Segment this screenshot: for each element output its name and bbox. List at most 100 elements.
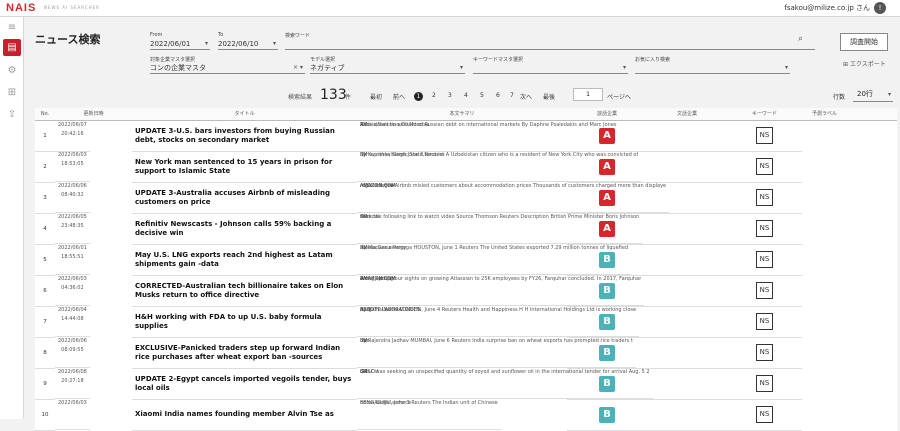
prev-page-link[interactable]: 前へ — [393, 92, 405, 101]
col-header-company-1[interactable]: 談話企業 — [567, 108, 647, 121]
row-title[interactable]: Refinitiv Newscasts - Johnson calls 59% … — [132, 213, 357, 245]
row-filler — [647, 399, 727, 431]
row-no: 8 — [35, 337, 55, 369]
row-ns-cell: NS — [727, 213, 802, 245]
menu-toggle-icon[interactable]: ≡ — [3, 19, 21, 36]
model-select[interactable]: ネガティブ ▾ — [310, 63, 465, 74]
from-date-field[interactable]: 2022/06/01 ▾ — [150, 39, 210, 50]
page-7-link[interactable]: 7 — [510, 92, 514, 99]
col-header-company-2[interactable]: 文話企業 — [647, 108, 727, 121]
page-2-link[interactable]: 2 — [432, 92, 436, 99]
row-ns-cell: NS — [727, 244, 802, 276]
ns-button[interactable]: NS — [756, 220, 773, 237]
export-button[interactable]: ⊞ エクスポート — [843, 59, 886, 68]
row-filler — [647, 120, 727, 152]
ns-button[interactable]: NS — [756, 375, 773, 392]
col-header-title[interactable]: タイトル — [132, 108, 357, 121]
user-email[interactable]: fsakou@milize.co.jp さん — [784, 3, 870, 13]
ns-button[interactable]: NS — [756, 251, 773, 268]
search-start-button[interactable]: 調査開始 — [840, 33, 888, 51]
chevron-down-icon: ▾ — [459, 64, 463, 71]
rows-per-page-label: 行数 — [833, 94, 846, 101]
col-header-summary[interactable]: 本文サマリ — [357, 108, 567, 121]
table-row[interactable]: 9 2022/06/08 20:27:18 UPDATE 2-Egypt cancel… — [35, 368, 897, 400]
ns-button[interactable]: NS — [756, 189, 773, 206]
chevron-down-icon: ▾ — [272, 40, 276, 47]
row-date: 2022/06/08 20:27:18 — [55, 368, 90, 399]
results-label: 検索結果 — [288, 94, 313, 101]
rows-per-page-select[interactable]: 20行 ▾ — [853, 88, 893, 102]
ns-button[interactable]: NS — [756, 158, 773, 175]
prediction-label[interactable]: B — [599, 406, 615, 423]
sidebar-item-news-search[interactable]: ▤ — [3, 39, 21, 56]
from-label: From — [150, 32, 163, 38]
page-1-link[interactable]: 1 — [414, 92, 423, 101]
sidebar-item-export[interactable]: ⇪ — [3, 106, 21, 123]
row-filler — [647, 368, 727, 400]
chevron-down-icon: × ▾ — [293, 64, 303, 71]
page-5-link[interactable]: 5 — [480, 92, 484, 99]
company-master-select[interactable]: コンの企業マスタ × ▾ — [150, 63, 305, 74]
to-date-field[interactable]: 2022/06/10 ▾ — [218, 39, 278, 50]
ns-button[interactable]: NS — [756, 406, 773, 423]
ns-button[interactable]: NS — [756, 313, 773, 330]
row-ns-cell: NS — [727, 151, 802, 183]
app-logo[interactable]: NAIS — [6, 2, 36, 14]
row-ns-cell: NS — [727, 275, 802, 307]
sidebar-item-master[interactable]: ⊞ — [3, 84, 21, 101]
col-header-filter[interactable] — [847, 108, 869, 121]
table-header: No. 更新日時 タイトル 本文サマリ 談話企業 文話企業 キーワード 予測ラベ… — [35, 108, 897, 121]
keyword-master-select[interactable]: ▾ — [473, 63, 628, 74]
favorite-search-select[interactable]: ▾ — [635, 63, 790, 74]
page-3-link[interactable]: 3 — [448, 92, 452, 99]
table-row[interactable]: 6 2022/06/03 04:36:02 CORRECTED-Australian … — [35, 275, 897, 307]
col-header-keyword[interactable]: キーワード — [727, 108, 802, 121]
row-title[interactable]: EXCLUSIVE-Panicked traders step up forwa… — [132, 337, 357, 369]
row-title[interactable]: CORRECTED-Australian tech billionaire ta… — [132, 275, 357, 307]
row-title[interactable]: New York man sentenced to 15 years in pr… — [132, 151, 357, 183]
row-date: 2022/06/01 18:55:51 — [55, 244, 90, 275]
row-title[interactable]: H&H working with FDA to up U.S. baby for… — [132, 306, 357, 338]
search-icon[interactable]: ⌕ — [798, 34, 803, 44]
row-title[interactable]: UPDATE 3-U.S. bars investors from buying… — [132, 120, 357, 152]
table-row[interactable]: 8 2022/06/06 08:09:55 EXCLUSIVE-Panicked tr… — [35, 337, 897, 369]
ns-button[interactable]: NS — [756, 127, 773, 144]
row-title[interactable]: UPDATE 3-Australia accuses Airbnb of mis… — [132, 182, 357, 214]
table-row[interactable]: 1 2022/06/07 20:42:16 UPDATE 3-U.S. bars in… — [35, 120, 897, 152]
table-row[interactable]: 7 2022/06/04 14:44:08 H&H working with FDA … — [35, 306, 897, 338]
row-ns-cell: NS — [727, 120, 802, 152]
sidebar-item-settings[interactable]: ⚙ — [3, 62, 21, 79]
row-ns-cell: NS — [727, 182, 802, 214]
ns-button[interactable]: NS — [756, 282, 773, 299]
ns-button[interactable]: NS — [756, 344, 773, 361]
row-summary: GASC was seeking an unspecified quantity… — [357, 368, 653, 399]
col-header-label[interactable]: 予測ラベル — [802, 108, 847, 121]
row-date: 2022/06/03 04:36:02 — [55, 275, 90, 306]
row-date: 2022/06/04 14:44:08 — [55, 306, 90, 337]
first-page-link[interactable]: 最初 — [370, 92, 382, 101]
col-header-date[interactable]: 更新日時 — [55, 108, 132, 121]
table-row[interactable]: 5 2022/06/01 18:55:51 May U.S. LNG exports … — [35, 244, 897, 276]
row-title[interactable]: May U.S. LNG exports reach 2nd highest a… — [132, 244, 357, 276]
col-header-ns[interactable] — [869, 108, 897, 121]
row-keyword: energy,project — [357, 275, 400, 306]
table-row[interactable]: 4 2022/06/05 23:48:35 Refinitiv Newscasts -… — [35, 213, 897, 245]
chevron-down-icon: ▾ — [622, 64, 626, 71]
table-row[interactable]: 10 2022/06/03 Xiaomi India names founding … — [35, 399, 897, 431]
row-date: 2022/06/06 08:09:55 — [55, 337, 90, 368]
row-ns-cell: NS — [727, 337, 802, 369]
page-number-input[interactable]: 1 — [573, 88, 603, 101]
row-title[interactable]: UPDATE 2-Egypt cancels imported vegoils … — [132, 368, 357, 400]
page-6-link[interactable]: 6 — [496, 92, 500, 99]
table-row[interactable]: 3 2022/06/06 08:40:32 UPDATE 3-Australia ac… — [35, 182, 897, 214]
table-row[interactable]: 2 2022/06/03 18:53:05 New York man sentence… — [35, 151, 897, 183]
avatar[interactable]: ! — [874, 2, 886, 14]
keyword-input[interactable] — [285, 39, 815, 50]
last-page-link[interactable]: 最後 — [543, 92, 555, 101]
next-page-link[interactable]: 次へ — [520, 92, 532, 101]
row-keyword: scandal — [357, 213, 383, 244]
page-4-link[interactable]: 4 — [464, 92, 468, 99]
row-keyword: regulator,fine — [357, 182, 397, 213]
col-header-no[interactable]: No. — [35, 108, 55, 121]
row-title[interactable]: Xiaomi India names founding member Alvin… — [132, 399, 357, 431]
